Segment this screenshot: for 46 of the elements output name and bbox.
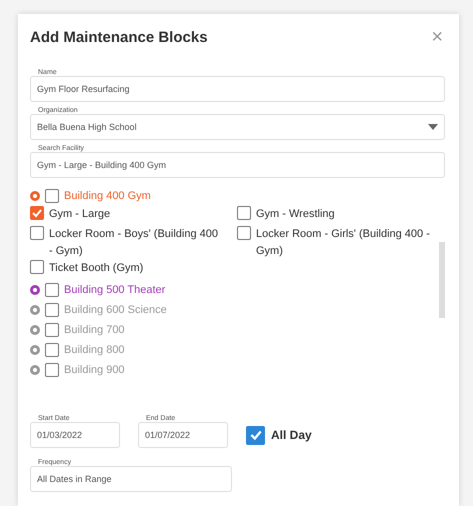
- field-value: 01/03/2022: [37, 430, 84, 440]
- checkbox[interactable]: [45, 363, 59, 377]
- expand-icon[interactable]: [30, 191, 40, 201]
- group-label: Building 700: [64, 324, 125, 336]
- checkbox[interactable]: [45, 343, 59, 357]
- checkbox[interactable]: [237, 226, 251, 240]
- group-label: Building 500 Theater: [64, 284, 166, 296]
- all-day-label: All Day: [271, 428, 312, 442]
- field-value: All Dates in Range: [37, 474, 113, 484]
- dialog-title: Add Maintenance Blocks: [30, 28, 208, 46]
- expand-icon[interactable]: [30, 285, 40, 295]
- field-value: Gym - Large - Building 400 Gym: [37, 160, 168, 170]
- expand-icon[interactable]: [30, 345, 40, 355]
- checkbox[interactable]: [45, 323, 59, 337]
- scrollbar[interactable]: [439, 242, 445, 318]
- input-field[interactable]: Gym Floor Resurfacing: [30, 76, 445, 102]
- checkbox[interactable]: [45, 303, 59, 317]
- checkbox[interactable]: [30, 206, 44, 220]
- frequency-field[interactable]: All Dates in Range: [30, 466, 232, 492]
- checkbox[interactable]: [45, 283, 59, 297]
- group-label: Building 400 Gym: [64, 190, 151, 202]
- organization-select[interactable]: Bella Buena High School: [30, 114, 445, 140]
- group-label: Building 900: [64, 364, 125, 376]
- group-label: Building 600 Science: [64, 304, 167, 316]
- date-field[interactable]: 01/03/2022: [30, 422, 120, 448]
- checkbox[interactable]: [237, 206, 251, 220]
- caret-icon: [428, 124, 438, 130]
- group-label: Building 800: [64, 344, 125, 356]
- facility-label: Gym - Wrestling: [256, 207, 335, 222]
- checkbox[interactable]: [30, 260, 44, 274]
- field-value: Bella Buena High School: [37, 122, 138, 132]
- expand-icon[interactable]: [30, 325, 40, 335]
- expand-icon[interactable]: [30, 365, 40, 375]
- facility-label: Ticket Booth (Gym): [49, 261, 144, 276]
- field-value: 01/07/2022: [145, 430, 192, 440]
- checkbox[interactable]: [45, 189, 59, 203]
- checkbox[interactable]: [246, 426, 265, 444]
- facility-label: Locker Room - Girls' (Building 400 - Gym): [256, 227, 430, 259]
- field-value: Gym Floor Resurfacing: [37, 84, 131, 94]
- date-field[interactable]: 01/07/2022: [138, 422, 228, 448]
- facility-label: Gym - Large: [49, 207, 110, 222]
- expand-icon[interactable]: [30, 305, 40, 315]
- checkbox[interactable]: [30, 226, 44, 240]
- check-icon: [248, 428, 262, 442]
- input-field[interactable]: Gym - Large - Building 400 Gym: [30, 152, 445, 178]
- facility-label: Locker Room - Boys' (Building 400 - Gym): [49, 227, 220, 259]
